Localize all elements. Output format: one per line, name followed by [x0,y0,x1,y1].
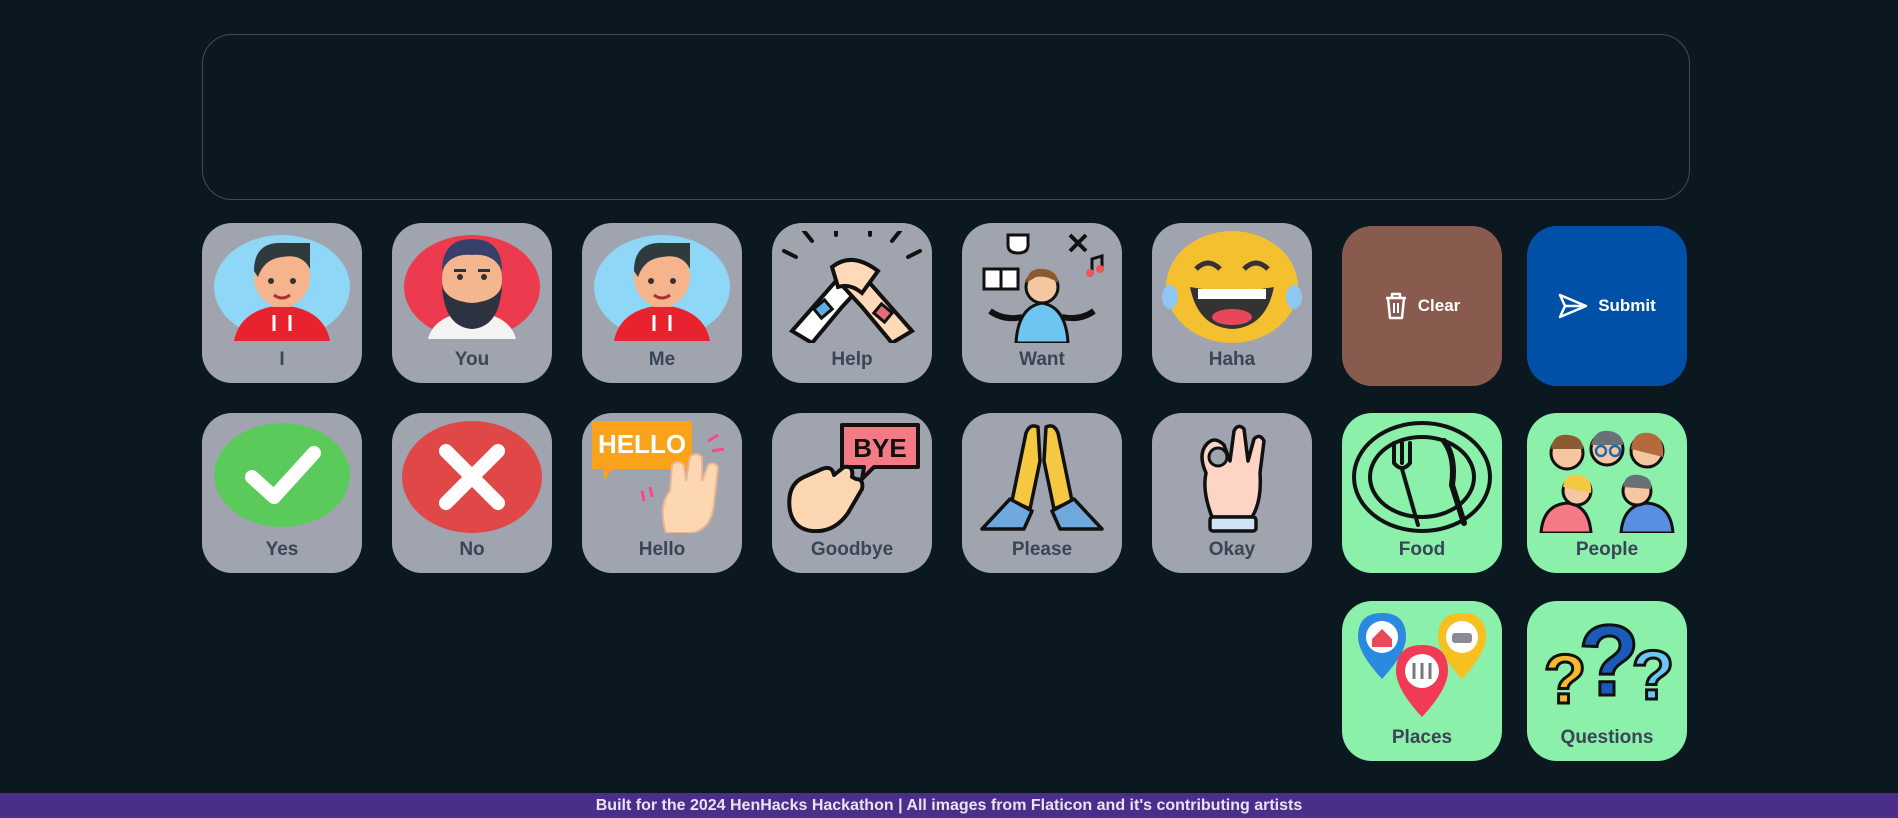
boy-avatar-icon [594,235,730,341]
svg-text:?: ? [1632,636,1675,714]
cross-icon [402,421,542,533]
word-tile-want[interactable]: Want [962,223,1122,383]
group-of-people-icon [1539,430,1675,533]
tile-label: Me [648,349,676,370]
category-tile-food[interactable]: Food [1342,413,1502,573]
tile-label: Help [831,349,873,370]
tile-label: Okay [1208,539,1256,560]
word-tile-okay[interactable]: Okay [1152,413,1312,573]
laughing-face-icon [1162,231,1302,343]
tile-label: Hello [638,539,686,560]
hello-wave-icon: HELLO [592,421,725,533]
word-tile-hello[interactable]: HELLO Hello [582,413,742,573]
bearded-man-icon [404,235,540,339]
tile-label: Yes [265,539,299,560]
send-icon [1558,293,1588,319]
word-tile-me[interactable]: Me [582,223,742,383]
footer-text: Built for the 2024 HenHacks Hackathon | … [595,797,1303,814]
question-marks-icon: ? ? ? [1542,609,1676,720]
submit-button[interactable]: Submit [1527,226,1687,386]
plate-fork-knife-icon [1352,421,1492,533]
trash-icon [1385,292,1406,320]
footer-bar: Built for the 2024 HenHacks Hackathon | … [0,793,1898,818]
sentence-display [202,34,1690,200]
helping-hands-icon [782,231,922,343]
praying-hands-icon [980,424,1104,531]
ok-hand-icon [1200,424,1266,533]
word-tile-yes[interactable]: Yes [202,413,362,573]
word-tile-i[interactable]: I [202,223,362,383]
word-tile-help[interactable]: Help [772,223,932,383]
tile-label: Questions [1560,727,1654,748]
boy-avatar-icon [214,235,350,341]
clear-button-label: Clear [1417,296,1461,315]
map-pins-icon [1358,613,1486,717]
bye-bubble-text: BYE [853,433,906,463]
tile-label: You [454,349,490,370]
svg-text:?: ? [1578,609,1639,717]
category-tile-people[interactable]: People [1527,413,1687,573]
tile-label: Haha [1208,349,1256,370]
category-tile-places[interactable]: Places [1342,601,1502,761]
tile-label: Goodbye [810,539,894,560]
tile-label: People [1575,539,1639,560]
word-tile-please[interactable]: Please [962,413,1122,573]
hello-bubble-text: HELLO [598,429,686,459]
goodbye-wave-icon: BYE [787,423,920,533]
checkmark-icon [214,423,350,527]
tile-label: Please [1011,539,1073,560]
category-tile-questions[interactable]: ? ? ? Questions [1527,601,1687,761]
tile-label: No [459,539,485,560]
word-tile-you[interactable]: You [392,223,552,383]
person-with-wants-icon [982,233,1104,343]
word-tile-goodbye[interactable]: BYE Goodbye [772,413,932,573]
submit-button-label: Submit [1598,296,1656,315]
word-tile-haha[interactable]: Haha [1152,223,1312,383]
tile-label: I [279,349,285,370]
word-tile-no[interactable]: No [392,413,552,573]
tile-label: Places [1391,727,1453,748]
clear-button[interactable]: Clear [1342,226,1502,386]
tile-label: Food [1398,539,1446,560]
tile-label: Want [1019,349,1065,370]
